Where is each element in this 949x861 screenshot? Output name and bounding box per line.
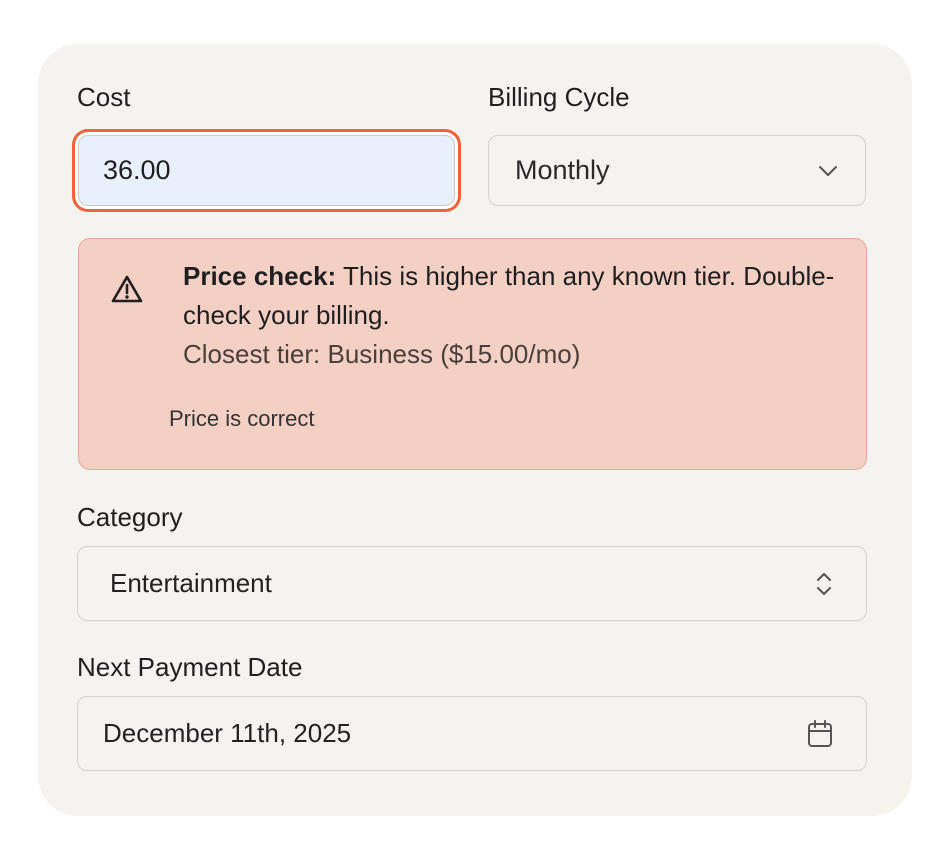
category-label: Category <box>77 502 183 532</box>
warning-triangle-icon <box>111 274 143 304</box>
next-payment-date-label: Next Payment Date <box>77 652 303 682</box>
chevron-up-down-icon <box>814 570 834 598</box>
calendar-icon <box>806 719 834 749</box>
price-warning-message: Price check: This is higher than any kno… <box>183 257 843 335</box>
price-is-correct-button[interactable]: Price is correct <box>169 404 314 434</box>
price-warning-title: Price check: <box>183 261 337 291</box>
billing-cycle-select[interactable]: Monthly <box>488 135 866 206</box>
closest-tier-text: Closest tier: Business ($15.00/mo) <box>183 339 581 369</box>
chevron-down-icon <box>817 160 839 182</box>
category-select[interactable]: Entertainment <box>77 546 867 621</box>
price-warning-alert: Price check: This is higher than any kno… <box>78 238 867 470</box>
cost-label: Cost <box>77 82 131 112</box>
category-value: Entertainment <box>110 568 272 598</box>
next-payment-date-value: December 11th, 2025 <box>103 718 352 748</box>
billing-cycle-label: Billing Cycle <box>488 82 630 112</box>
subscription-form-card: Cost Billing Cycle Monthly Price check: … <box>38 44 912 816</box>
billing-cycle-value: Monthly <box>515 155 610 185</box>
next-payment-date-picker[interactable]: December 11th, 2025 <box>77 696 867 771</box>
cost-input[interactable] <box>78 135 455 206</box>
